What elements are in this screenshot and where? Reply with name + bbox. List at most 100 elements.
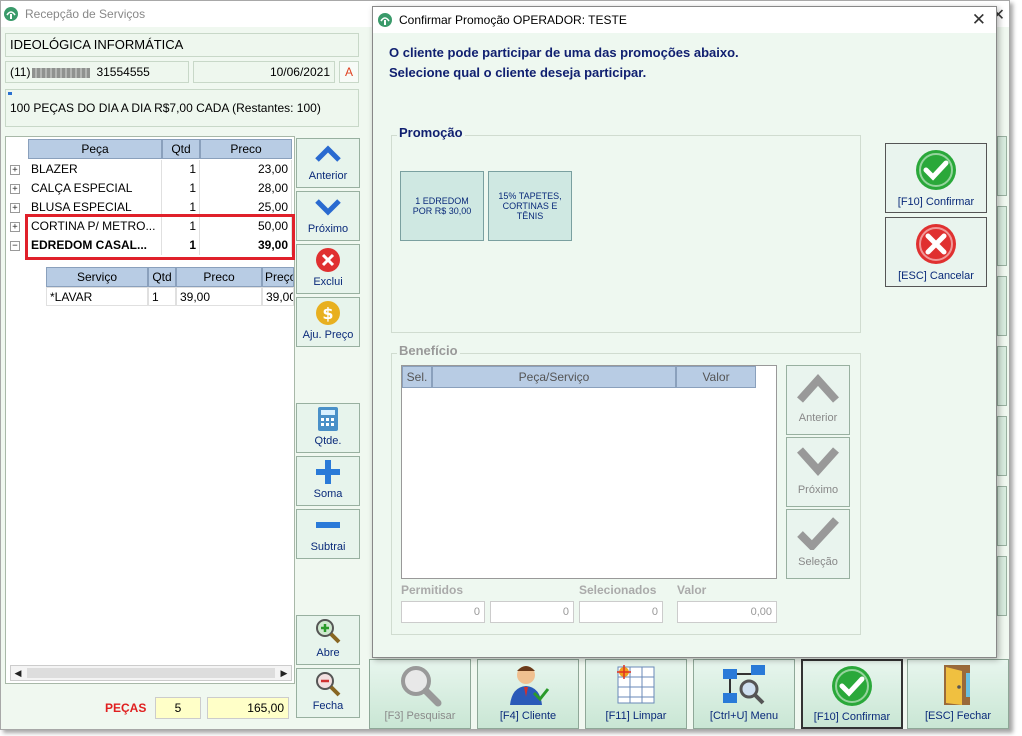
qtde-button[interactable]: Qtde. (296, 403, 360, 453)
menu-label: [Ctrl+U] Menu (709, 710, 779, 722)
edge-button[interactable] (997, 136, 1007, 196)
edge-button[interactable] (997, 486, 1007, 546)
exclui-label: Exclui (313, 276, 343, 288)
abre-button[interactable]: Abre (296, 615, 360, 665)
header-sel[interactable]: Sel. (402, 366, 432, 388)
row-name: BLAZER (28, 160, 162, 179)
edge-button[interactable] (997, 556, 1007, 616)
subheader-preco[interactable]: Preco (176, 267, 262, 287)
permitidos-label: Permitidos (401, 583, 464, 597)
valor-label: Valor (677, 583, 707, 597)
fecha-button[interactable]: Fecha (296, 668, 360, 718)
header-peca-servico[interactable]: Peça/Serviço (432, 366, 676, 388)
dialog-message: O cliente pode participar de uma das pro… (389, 43, 739, 83)
grid-clear-icon (617, 665, 655, 704)
zoom-in-icon (316, 619, 341, 644)
table-row[interactable]: + CALÇA ESPECIAL 1 28,00 (10, 179, 292, 198)
scroll-right-icon[interactable]: ▶ (277, 666, 291, 680)
expand-icon[interactable]: + (10, 164, 20, 175)
dialog-confirmar-label: [F10] Confirmar (897, 196, 975, 208)
dialog-proximo-button[interactable]: Próximo (786, 437, 850, 507)
chevron-up-icon (797, 374, 839, 403)
qtde-label: Qtde. (314, 435, 342, 447)
proximo-button[interactable]: Próximo (296, 191, 360, 241)
plus-icon (316, 460, 340, 484)
subgrid-row[interactable]: *LAVAR 1 39,00 39,00 (46, 287, 294, 306)
items-grid[interactable]: Peça Qtd Preco + BLAZER 1 23,00 + CALÇA … (5, 136, 295, 684)
soma-label: Soma (313, 488, 343, 500)
row-qtd: 1 (162, 160, 200, 179)
scroll-left-icon[interactable]: ◀ (11, 666, 25, 680)
header-valor[interactable]: Valor (676, 366, 756, 388)
fechar-label: [ESC] Fechar (924, 710, 992, 722)
dialog-confirmar-button[interactable]: [F10] Confirmar (885, 143, 987, 213)
confirmar-button[interactable]: [F10] Confirmar (801, 659, 903, 729)
edge-button[interactable] (997, 276, 1007, 336)
promocao-label: Promoção (397, 125, 465, 140)
cliente-button[interactable]: [F4] Cliente (477, 659, 579, 729)
dialog-cancelar-button[interactable]: [ESC] Cancelar (885, 217, 987, 287)
calculator-icon (318, 407, 338, 431)
coin-icon: $ (316, 301, 340, 325)
promo-option-1[interactable]: 1 EDREDOM POR R$ 30,00 (400, 171, 484, 241)
permitidos-field-b[interactable]: 0 (490, 601, 574, 623)
beneficio-grid[interactable]: Sel. Peça/Serviço Valor (401, 365, 777, 579)
edge-button[interactable] (997, 206, 1007, 266)
delete-icon (316, 248, 340, 272)
permitidos-field-a[interactable]: 0 (401, 601, 485, 623)
menu-button[interactable]: [Ctrl+U] Menu (693, 659, 795, 729)
pesquisar-label: [F3] Pesquisar (384, 710, 456, 722)
date-field: 10/06/2021 (193, 61, 335, 83)
dialog-anterior-button[interactable]: Anterior (786, 365, 850, 435)
header-peca[interactable]: Peça (28, 139, 162, 159)
expand-icon[interactable]: + (10, 221, 20, 232)
chevron-down-icon (315, 199, 341, 216)
limpar-button[interactable]: [F11] Limpar (585, 659, 687, 729)
valor-field[interactable]: 0,00 (677, 601, 777, 623)
status-badge[interactable]: A (339, 61, 359, 83)
beneficio-header: Sel. Peça/Serviço Valor (402, 366, 756, 388)
dialog-selecao-label: Seleção (798, 556, 838, 568)
collapse-icon[interactable]: − (10, 240, 20, 251)
dialog-titlebar: Confirmar Promoção OPERADOR: TESTE ✕ (373, 7, 996, 33)
edge-button[interactable] (997, 346, 1007, 406)
zoom-out-icon (316, 672, 341, 697)
anterior-button[interactable]: Anterior (296, 138, 360, 188)
promo-option-2[interactable]: 15% TAPETES, CORTINAS E TÊNIS (488, 171, 572, 241)
message-line-1: O cliente pode participar de uma das pro… (389, 45, 739, 60)
table-row[interactable]: + BLAZER 1 23,00 (10, 160, 292, 179)
company-name: IDEOLÓGICA INFORMÁTICA (5, 33, 359, 57)
anterior-label: Anterior (308, 170, 348, 182)
fechar-button[interactable]: [ESC] Fechar (907, 659, 1009, 729)
edge-button[interactable] (997, 416, 1007, 476)
scroll-thumb[interactable] (27, 668, 275, 678)
expand-icon[interactable]: + (10, 183, 20, 194)
selecionados-field[interactable]: 0 (579, 601, 663, 623)
subheader-preco2[interactable]: Preço (262, 267, 294, 287)
dialog-cancelar-label: [ESC] Cancelar (898, 270, 974, 282)
subheader-qtd[interactable]: Qtd (148, 267, 176, 287)
dialog-close-icon[interactable]: ✕ (972, 10, 986, 30)
pesquisar-button[interactable]: [F3] Pesquisar (369, 659, 471, 729)
subheader-servico[interactable]: Serviço (46, 267, 148, 287)
expand-icon[interactable]: + (10, 202, 20, 213)
subtrai-button[interactable]: Subtrai (296, 509, 360, 559)
fecha-label: Fecha (312, 700, 344, 712)
header-qtd[interactable]: Qtd (162, 139, 200, 159)
dialog-selecao-button[interactable]: Seleção (786, 509, 850, 579)
user-icon (510, 666, 550, 705)
soma-button[interactable]: Soma (296, 456, 360, 506)
chevron-up-icon (315, 145, 341, 162)
phone-prefix: (11) (10, 65, 31, 79)
header-preco[interactable]: Preco (200, 139, 292, 159)
row-qtd: 1 (162, 179, 200, 198)
confirm-promo-dialog: Confirmar Promoção OPERADOR: TESTE ✕ O c… (372, 6, 997, 658)
selecionados-label: Selecionados (579, 583, 657, 597)
magnifier-icon (401, 666, 442, 707)
pecas-label: PEÇAS (105, 701, 147, 715)
row-preco: 28,00 (200, 179, 292, 198)
aju-preco-button[interactable]: $ Aju. Preço (296, 297, 360, 347)
dialog-anterior-label: Anterior (798, 412, 838, 424)
horizontal-scrollbar[interactable]: ◀ ▶ (10, 665, 292, 681)
exclui-button[interactable]: Exclui (296, 244, 360, 294)
